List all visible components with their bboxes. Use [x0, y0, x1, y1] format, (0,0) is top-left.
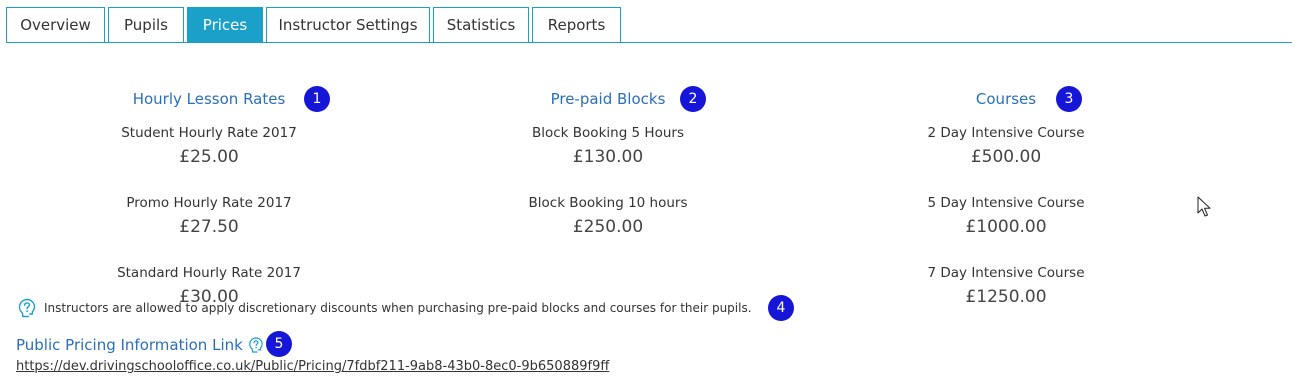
- courses-title[interactable]: Courses: [856, 84, 1156, 114]
- price-value: £500.00: [970, 147, 1042, 167]
- tab-pupils[interactable]: Pupils: [108, 7, 184, 42]
- price-item: 7 Day Intensive Course £1250.00: [856, 264, 1156, 324]
- marker-5: 5: [266, 331, 292, 357]
- price-item: Block Booking 5 Hours £130.00: [458, 124, 758, 184]
- marker-4: 4: [768, 295, 794, 321]
- discount-info-text: Instructors are allowed to apply discret…: [44, 301, 752, 315]
- price-value: £130.00: [572, 147, 644, 167]
- tab-statistics[interactable]: Statistics: [433, 7, 529, 42]
- price-value: £1000.00: [965, 217, 1047, 237]
- help-icon[interactable]: [247, 336, 265, 354]
- price-name: 2 Day Intensive Course: [927, 125, 1085, 141]
- price-value: £27.50: [179, 217, 239, 237]
- price-value: £25.00: [179, 147, 239, 167]
- tab-reports[interactable]: Reports: [532, 7, 621, 42]
- price-name: Promo Hourly Rate 2017: [126, 195, 292, 211]
- price-name: Student Hourly Rate 2017: [121, 125, 297, 141]
- price-item: 5 Day Intensive Course £1000.00: [856, 194, 1156, 254]
- help-icon: [18, 298, 36, 318]
- price-item: Student Hourly Rate 2017 £25.00: [59, 124, 359, 184]
- tab-instructor-settings[interactable]: Instructor Settings: [266, 7, 430, 42]
- marker-3: 3: [1056, 86, 1082, 112]
- mouse-cursor-icon: [1197, 196, 1211, 217]
- price-value: £250.00: [572, 217, 644, 237]
- public-pricing-url[interactable]: https://dev.drivingschooloffice.co.uk/Pu…: [16, 359, 609, 374]
- prices-page: Overview Pupils Prices Instructor Settin…: [0, 0, 1300, 390]
- discount-info: Instructors are allowed to apply discret…: [16, 296, 752, 320]
- tab-prices[interactable]: Prices: [187, 7, 263, 43]
- hourly-rates-column: Hourly Lesson Rates Student Hourly Rate …: [59, 84, 359, 324]
- courses-column: Courses 2 Day Intensive Course £500.00 5…: [856, 84, 1156, 324]
- price-item: Promo Hourly Rate 2017 £27.50: [59, 194, 359, 254]
- prepaid-blocks-column: Pre-paid Blocks Block Booking 5 Hours £1…: [458, 84, 758, 254]
- tab-bar: Overview Pupils Prices Instructor Settin…: [0, 0, 1292, 44]
- public-pricing-header: Public Pricing Information Link: [16, 334, 265, 356]
- price-name: Block Booking 10 hours: [528, 195, 688, 211]
- price-name: 5 Day Intensive Course: [927, 195, 1085, 211]
- marker-1: 1: [304, 86, 330, 112]
- price-item: Block Booking 10 hours £250.00: [458, 194, 758, 254]
- price-name: 7 Day Intensive Course: [927, 265, 1085, 281]
- price-name: Standard Hourly Rate 2017: [117, 265, 301, 281]
- prepaid-blocks-title[interactable]: Pre-paid Blocks: [458, 84, 758, 114]
- marker-2: 2: [680, 86, 706, 112]
- tab-bar-underline: [6, 42, 1292, 43]
- price-value: £1250.00: [965, 287, 1047, 307]
- price-item: 2 Day Intensive Course £500.00: [856, 124, 1156, 184]
- price-name: Block Booking 5 Hours: [531, 125, 684, 141]
- tab-overview[interactable]: Overview: [6, 7, 105, 42]
- public-pricing-title: Public Pricing Information Link: [16, 336, 243, 354]
